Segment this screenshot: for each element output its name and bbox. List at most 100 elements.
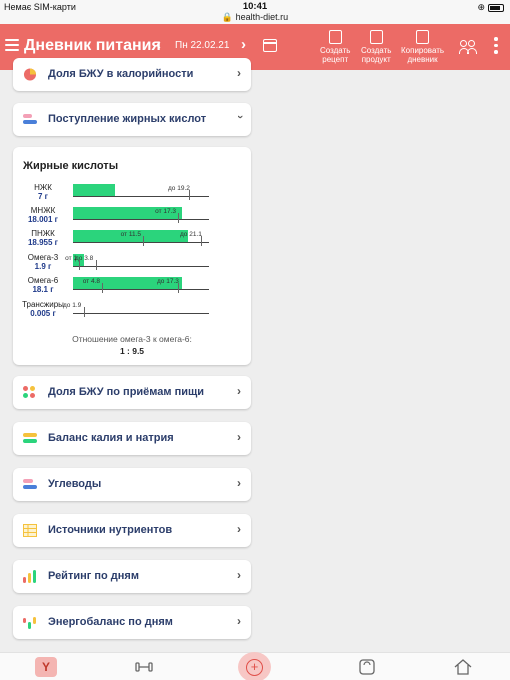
chevron-right-icon: › — [237, 614, 241, 628]
section-label: Доля БЖУ в калорийности — [48, 68, 194, 80]
section-label: Энергобаланс по дням — [48, 616, 173, 628]
create-recipe-button[interactable]: Создать рецепт — [320, 30, 350, 64]
prev-day-button[interactable]: ‹ — [156, 36, 161, 53]
bar-category: Омега-6 — [27, 276, 59, 285]
bar-category: МНЖК — [30, 206, 56, 215]
menu-icon[interactable] — [5, 39, 19, 51]
bar-track: от 17.3 — [73, 207, 209, 223]
bar-category: Омега-3 — [27, 253, 59, 262]
page-title: Дневник питания — [24, 37, 161, 54]
chevron-right-icon: › — [237, 522, 241, 536]
users-icon[interactable] — [459, 40, 479, 54]
bar-category: Трансжиры — [22, 300, 64, 309]
tab-food-diary-icon[interactable]: Y — [35, 657, 57, 677]
section-label: Доля БЖУ по приёмам пищи — [48, 386, 205, 398]
bar-track: от 11.5 до 21.1 — [73, 230, 209, 246]
url-text: health-diet.ru — [235, 12, 289, 22]
section-label: Рейтинг по дням — [48, 570, 139, 582]
ratio-label: Отношение омега-3 к омега-6: — [72, 334, 192, 344]
copy-diary-button[interactable]: Копировать дневник — [401, 30, 444, 64]
chevron-right-icon: › — [237, 66, 241, 80]
bar-value-label: 0.005 г — [30, 309, 56, 318]
tab-scales-icon[interactable] — [356, 657, 378, 677]
bar-label: НЖК 7 г — [17, 183, 69, 201]
bar-label: Омега-3 1.9 г — [17, 253, 69, 271]
bar-category: ПНЖК — [31, 229, 55, 238]
next-day-button[interactable]: › — [241, 36, 246, 53]
bar-rating-icon — [23, 570, 37, 583]
norm-min-marker — [143, 236, 144, 246]
stacked-bars-icon — [23, 113, 37, 126]
ratio-value: 1 : 9.5 — [119, 346, 145, 356]
fatty-acids-card: Жирные кислоты НЖК 7 г до 19.2 МНЖК 18.001 г… — [13, 147, 251, 365]
norm-min-marker — [102, 283, 103, 293]
recipe-icon — [328, 30, 342, 44]
pie-chart-icon — [23, 68, 37, 81]
bar-value-label: 7 г — [37, 192, 48, 201]
balance-bars-icon — [23, 432, 37, 445]
bar-value-label: 1.9 г — [34, 262, 52, 271]
carbs-bars-icon — [23, 478, 37, 491]
dots-grid-icon — [23, 386, 37, 399]
bar-label: ПНЖК 18.955 г — [17, 229, 69, 247]
norm-max-label: до 1.9 — [63, 302, 82, 309]
create-product-button[interactable]: Создать продукт — [361, 30, 391, 64]
norm-min-label: от 11.5 — [120, 231, 141, 238]
bar-label: Омега-6 18.1 г — [17, 276, 69, 294]
bar-track: до 19.2 — [73, 184, 209, 200]
bar-category: НЖК — [34, 183, 52, 192]
omega-ratio: Отношение омега-3 к омега-6: 1 : 9.5 — [13, 333, 251, 357]
section-bju-calories[interactable]: Доля БЖУ в калорийности › — [13, 58, 251, 91]
section-energy-balance[interactable]: Энергобаланс по дням › — [13, 606, 251, 639]
chevron-right-icon: › — [237, 430, 241, 444]
tab-add-button[interactable]: + — [238, 652, 271, 680]
section-carbs[interactable]: Углеводы › — [13, 468, 251, 501]
section-fatty-acids[interactable]: Поступление жирных кислот › — [13, 103, 251, 136]
plus-icon: + — [246, 659, 263, 676]
current-date[interactable]: Пн 22.02.21 — [175, 40, 229, 51]
chart-title: Жирные кислоты — [23, 160, 119, 172]
lock-rotation-icon: ⊕ — [477, 2, 485, 12]
norm-min-label: от 4.8 — [82, 278, 100, 285]
norm-max-marker — [96, 260, 97, 270]
bar-track: от 4.8 до 17.3 — [73, 277, 209, 293]
section-rating-days[interactable]: Рейтинг по дням › — [13, 560, 251, 593]
bar-track: до 1.9 — [63, 301, 209, 317]
section-label: Поступление жирных кислот — [48, 113, 207, 125]
clock: 10:41 — [242, 1, 268, 12]
copy-icon — [416, 30, 430, 44]
more-vertical-icon[interactable] — [494, 37, 498, 57]
section-bju-meals[interactable]: Доля БЖУ по приёмам пищи › — [13, 376, 251, 409]
norm-max-label: до 19.2 — [168, 185, 190, 192]
bar — [73, 184, 115, 196]
product-icon — [369, 30, 383, 44]
section-label: Углеводы — [48, 478, 102, 490]
chevron-right-icon: › — [237, 568, 241, 582]
norm-max-label: до 3.8 — [75, 255, 94, 262]
chevron-right-icon: › — [237, 476, 241, 490]
norm-max-label: до 21.1 — [180, 231, 202, 238]
tab-home-icon[interactable] — [452, 657, 474, 677]
section-nutrient-sources[interactable]: Источники нутриентов › — [13, 514, 251, 547]
bar-label: Трансжиры 0.005 г — [17, 300, 69, 318]
bar-value-label: 18.955 г — [27, 238, 59, 247]
bottom-tab-bar: Y + — [0, 652, 510, 680]
norm-max-label: до 17.3 — [157, 278, 179, 285]
url-bar[interactable]: 🔒 health-diet.ru — [0, 12, 510, 23]
norm-min-label: от 17.3 — [155, 208, 176, 215]
section-label: Баланс калия и натрия — [48, 432, 174, 444]
tab-fitness-dumbbell-icon[interactable] — [133, 657, 155, 677]
section-potassium-sodium[interactable]: Баланс калия и натрия › — [13, 422, 251, 455]
bar-value-label: 18.001 г — [27, 215, 59, 224]
chevron-right-icon: › — [237, 384, 241, 398]
status-bar: Немає SIM-карти 10:41 🔒 health-diet.ru ⊕ — [0, 0, 510, 24]
energy-bars-icon — [23, 616, 37, 629]
chevron-down-icon: › — [234, 115, 247, 119]
norm-max-marker — [84, 307, 85, 317]
table-icon — [23, 524, 37, 537]
norm-min-marker — [178, 213, 179, 223]
section-label: Источники нутриентов — [48, 524, 173, 536]
calendar-icon[interactable] — [263, 39, 277, 52]
bar-track: от 1 до 3.8 — [65, 254, 209, 270]
bar-value-label: 18.1 г — [32, 285, 54, 294]
